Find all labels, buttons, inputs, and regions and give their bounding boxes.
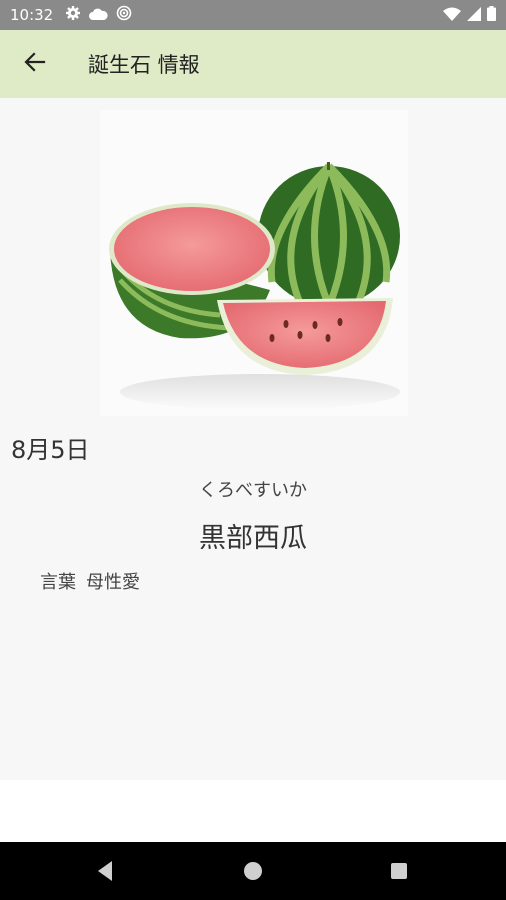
item-name: 黒部西瓜 — [199, 523, 307, 554]
status-left-icons — [65, 5, 132, 25]
meaning-value: 母性愛 — [86, 572, 140, 593]
page-title: 誕生石 情報 — [88, 53, 200, 77]
nav-home-button[interactable] — [240, 858, 266, 884]
sync-icon — [116, 5, 132, 25]
nav-back-button[interactable] — [92, 858, 118, 884]
recents-square-icon — [386, 863, 412, 888]
arrow-back-icon — [24, 51, 46, 77]
detail-content: 8月5日 くろべすいか 黒部西瓜 言葉 母性愛 — [0, 98, 506, 780]
status-bar: 10:32 — [0, 0, 506, 30]
app-bar: 誕生石 情報 — [0, 30, 506, 98]
battery-icon — [487, 5, 496, 25]
watermelon-photo — [100, 110, 408, 416]
birth-date: 8月5日 — [11, 436, 90, 464]
nav-recents-button[interactable] — [386, 858, 412, 884]
navigation-bar — [0, 842, 506, 900]
back-triangle-icon — [92, 861, 118, 888]
meaning-label: 言葉 — [40, 572, 76, 593]
status-right-icons — [443, 5, 496, 25]
settings-icon — [65, 5, 81, 25]
status-time: 10:32 — [10, 6, 54, 24]
back-button[interactable] — [15, 44, 55, 84]
home-circle-icon — [240, 862, 266, 888]
meaning-row: 言葉 母性愛 — [40, 568, 140, 594]
wifi-icon — [443, 6, 461, 25]
cloud-icon — [89, 6, 108, 25]
item-reading: くろべすいか — [199, 480, 307, 501]
cell-signal-icon — [467, 6, 481, 25]
